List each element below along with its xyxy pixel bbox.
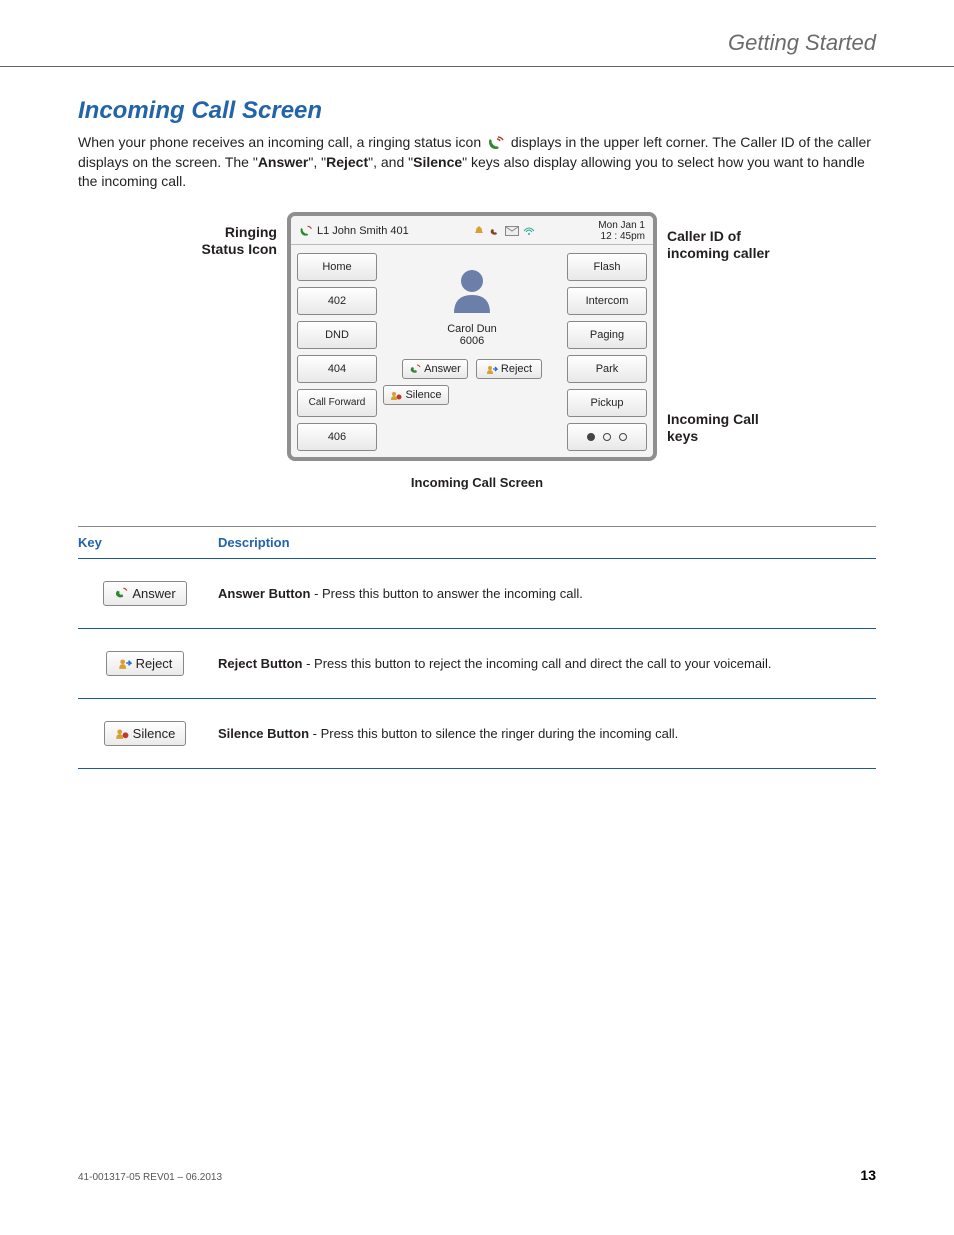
status-date: Mon Jan 1 12 : 45pm bbox=[598, 220, 645, 242]
table-header-description: Description bbox=[218, 526, 876, 558]
reject-desc-bold: Reject Button bbox=[218, 656, 303, 671]
figure-caption: Incoming Call Screen bbox=[78, 475, 876, 490]
answer-key-button[interactable]: Answer bbox=[103, 581, 186, 606]
reject-key-button[interactable]: Reject bbox=[106, 651, 184, 676]
right-callouts: Caller ID of incoming caller Incoming Ca… bbox=[667, 212, 787, 445]
softkey-flash[interactable]: Flash bbox=[567, 253, 647, 281]
answer-button[interactable]: Answer bbox=[402, 359, 468, 379]
page-content: Incoming Call Screen When your phone rec… bbox=[0, 97, 954, 769]
key-description-table: Key Description Answer Answer Button - P… bbox=[78, 526, 876, 769]
silence-icon bbox=[115, 726, 129, 740]
reject-label: Reject bbox=[501, 363, 532, 375]
reject-button[interactable]: Reject bbox=[476, 359, 542, 379]
section-title: Incoming Call Screen bbox=[78, 97, 876, 125]
softkey-406[interactable]: 406 bbox=[297, 423, 377, 451]
silence-key-label: Silence bbox=[133, 726, 176, 741]
caller-avatar-icon bbox=[442, 259, 502, 319]
intro-text-before: When your phone receives an incoming cal… bbox=[78, 134, 485, 150]
phone-center-area: Carol Dun 6006 Answer Reject bbox=[383, 253, 561, 451]
silence-button[interactable]: Silence bbox=[383, 385, 449, 405]
softkey-intercom[interactable]: Intercom bbox=[567, 287, 647, 315]
softkey-park[interactable]: Park bbox=[567, 355, 647, 383]
page-number: 13 bbox=[860, 1167, 876, 1183]
silence-desc-bold: Silence Button bbox=[218, 726, 309, 741]
answer-key-label: Answer bbox=[132, 586, 175, 601]
date-line1: Mon Jan 1 bbox=[598, 220, 645, 231]
ringing-status-icon bbox=[487, 134, 505, 152]
callout-ringing-status: Ringing Status Icon bbox=[167, 212, 277, 258]
answer-desc-bold: Answer Button bbox=[218, 586, 310, 601]
softkey-home[interactable]: Home bbox=[297, 253, 377, 281]
date-line2: 12 : 45pm bbox=[598, 231, 645, 242]
table-row: Answer Answer Button - Press this button… bbox=[78, 558, 876, 628]
answer-desc-rest: - Press this button to answer the incomi… bbox=[310, 586, 582, 601]
intro-reject-bold: Reject bbox=[326, 154, 368, 170]
softkey-dnd[interactable]: DND bbox=[297, 321, 377, 349]
callout-incoming-keys: Incoming Call keys bbox=[667, 411, 787, 445]
reject-icon bbox=[118, 656, 132, 670]
softkey-pickup[interactable]: Pickup bbox=[567, 389, 647, 417]
page-running-header: Getting Started bbox=[0, 0, 954, 67]
left-softkey-column: Home 402 DND 404 Call Forward 406 bbox=[297, 253, 377, 451]
ringing-status-icon bbox=[299, 224, 313, 238]
softkey-call-forward[interactable]: Call Forward bbox=[297, 389, 377, 417]
silence-description: Silence Button - Press this button to si… bbox=[218, 698, 876, 768]
silence-key-button[interactable]: Silence bbox=[104, 721, 187, 746]
handset-icon bbox=[489, 225, 501, 237]
reject-desc-rest: - Press this button to reject the incomi… bbox=[303, 656, 772, 671]
page-dot-3 bbox=[619, 433, 627, 441]
mail-icon bbox=[505, 226, 519, 236]
page-dot-1 bbox=[587, 433, 595, 441]
callout-left-line2: Status Icon bbox=[202, 241, 277, 257]
answer-icon bbox=[114, 586, 128, 600]
answer-icon bbox=[409, 363, 421, 375]
page-indicator[interactable] bbox=[567, 423, 647, 451]
softkey-404[interactable]: 404 bbox=[297, 355, 377, 383]
answer-description: Answer Button - Press this button to ans… bbox=[218, 558, 876, 628]
page-header-text: Getting Started bbox=[728, 30, 876, 55]
phone-screen-mockup: L1 John Smith 401 Mon Jan 1 12 : 45pm bbox=[287, 212, 657, 461]
table-row: Reject Reject Button - Press this button… bbox=[78, 628, 876, 698]
status-line-text: L1 John Smith 401 bbox=[317, 225, 409, 237]
signal-icon bbox=[523, 225, 535, 237]
silence-label: Silence bbox=[405, 389, 441, 401]
phone-status-bar: L1 John Smith 401 Mon Jan 1 12 : 45pm bbox=[291, 216, 653, 245]
right-softkey-column: Flash Intercom Paging Park Pickup bbox=[567, 253, 647, 451]
silence-desc-rest: - Press this button to silence the ringe… bbox=[309, 726, 678, 741]
callout-left-line1: Ringing bbox=[225, 224, 277, 240]
diagram-container: Ringing Status Icon L1 John Smith 401 bbox=[78, 212, 876, 461]
callout-caller-id: Caller ID of incoming caller bbox=[667, 228, 787, 262]
intro-paragraph: When your phone receives an incoming cal… bbox=[78, 133, 876, 192]
intro-silence-bold: Silence bbox=[413, 154, 462, 170]
caller-name-text: Carol Dun 6006 bbox=[447, 323, 497, 347]
softkey-paging[interactable]: Paging bbox=[567, 321, 647, 349]
page-dot-2 bbox=[603, 433, 611, 441]
intro-mid2: ", and " bbox=[368, 154, 413, 170]
softkey-402[interactable]: 402 bbox=[297, 287, 377, 315]
answer-label: Answer bbox=[424, 363, 461, 375]
silence-icon bbox=[390, 389, 402, 401]
intro-answer-bold: Answer bbox=[258, 154, 309, 170]
reject-key-label: Reject bbox=[136, 656, 173, 671]
reject-icon bbox=[486, 363, 498, 375]
page-footer: 41-001317-05 REV01 – 06.2013 13 bbox=[78, 1167, 876, 1183]
reject-description: Reject Button - Press this button to rej… bbox=[218, 628, 876, 698]
table-header-key: Key bbox=[78, 526, 218, 558]
doc-id: 41-001317-05 REV01 – 06.2013 bbox=[78, 1172, 222, 1183]
intro-mid1: ", " bbox=[308, 154, 326, 170]
bell-icon bbox=[473, 225, 485, 237]
table-row: Silence Silence Button - Press this butt… bbox=[78, 698, 876, 768]
